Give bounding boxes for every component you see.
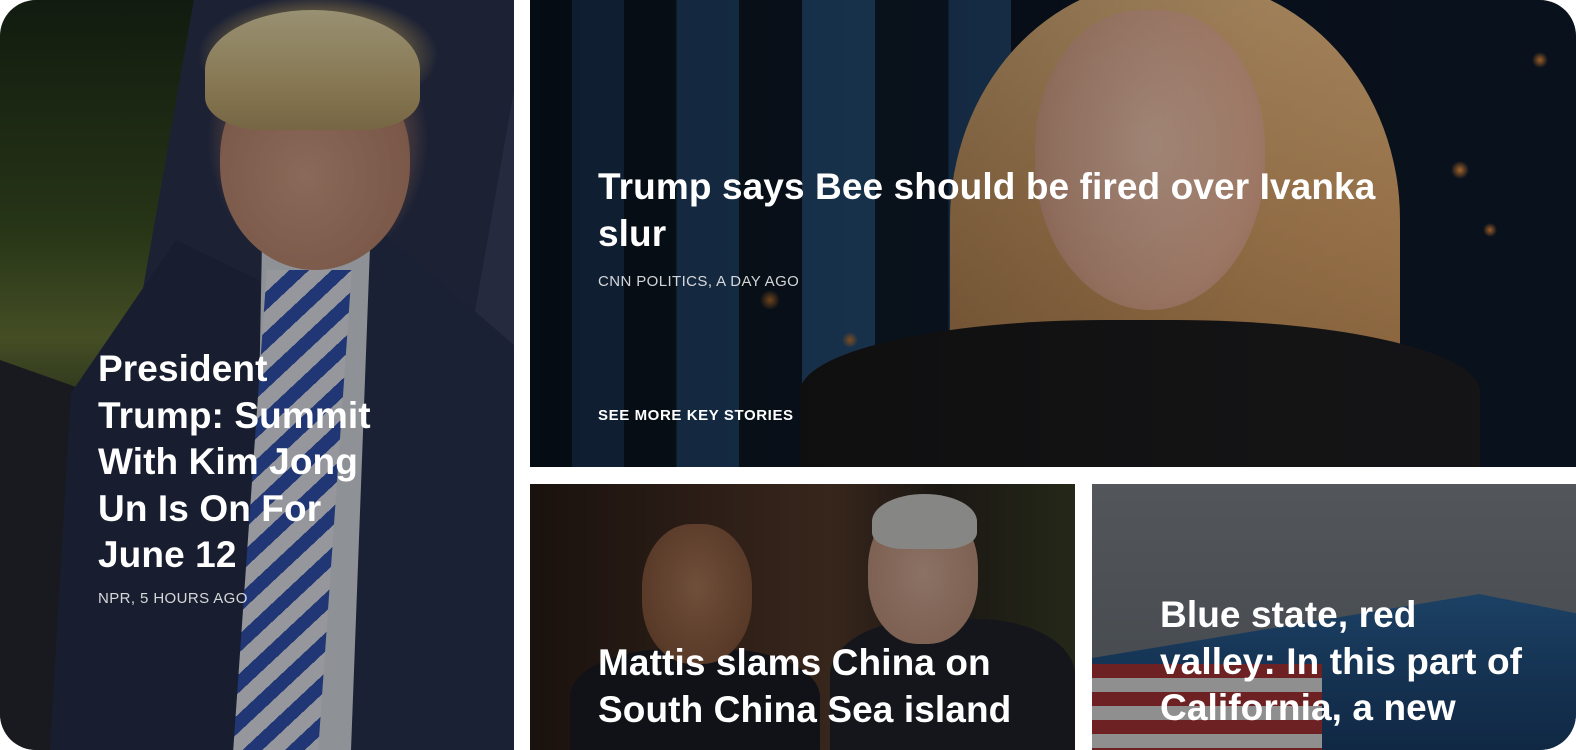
story-headline: Mattis slams China on South China Sea is… [598,642,1012,730]
story-card-trump-summit[interactable]: President Trump: Summit With Kim Jong Un… [0,0,514,750]
story-source-time: NPR, 5 HOURS AGO [98,590,248,607]
story-card-california-valley[interactable]: Blue state, red valley: In this part of … [1092,484,1576,750]
story-card-mattis-china[interactable]: Mattis slams China on South China Sea is… [530,484,1075,750]
see-more-key-stories-link[interactable]: SEE MORE KEY STORIES [598,407,794,424]
story-headline: Trump says Bee should be fired over Ivan… [598,166,1376,254]
story-headline: Blue state, red valley: In this part of … [1160,594,1523,728]
story-headline: President Trump: Summit With Kim Jong Un… [98,348,371,575]
story-card-bee-fired[interactable]: Trump says Bee should be fired over Ivan… [530,0,1576,467]
key-stories-grid: President Trump: Summit With Kim Jong Un… [0,0,1576,750]
story-source-time: CNN POLITICS, A DAY AGO [598,273,800,290]
